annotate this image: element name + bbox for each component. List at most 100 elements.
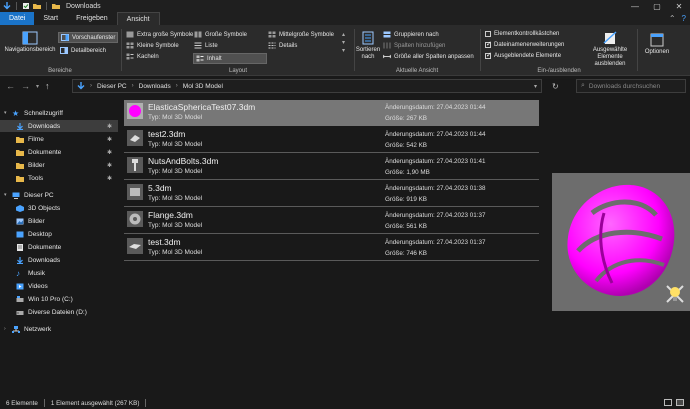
breadcrumb-dieser-pc[interactable]: Dieser PC [97, 83, 127, 90]
file-date: Änderungsdatum: 27.04.2023 01:41 [385, 158, 486, 165]
pin-icon[interactable]: ✱ [107, 162, 112, 169]
pin-icon[interactable]: ✱ [107, 175, 112, 182]
sidebar-item-downloads[interactable]: Downloads [0, 254, 118, 266]
liste-button[interactable]: Liste [194, 42, 218, 49]
documents-icon [17, 243, 23, 251]
gruppieren-nach-button[interactable]: Gruppieren nach [383, 31, 439, 38]
file-row[interactable]: test2.3dm Typ: Mol 3D Model Änderungsdat… [124, 127, 539, 153]
sidebar-item-tools[interactable]: Tools ✱ [0, 172, 118, 184]
dateinamenerweiterungen-box[interactable] [485, 40, 492, 48]
details-button[interactable]: Details [268, 42, 297, 49]
kacheln-button[interactable]: Kacheln [126, 53, 159, 60]
file-type: Typ: Mol 3D Model [148, 195, 203, 202]
tab-freigeben[interactable]: Freigeben [67, 12, 117, 25]
sidebar-item-dieser-pc[interactable]: ▾ Dieser PC [0, 189, 118, 201]
breadcrumb-downloads[interactable]: Downloads [139, 83, 171, 90]
tab-start[interactable]: Start [34, 12, 67, 25]
file-row[interactable]: test.3dm Typ: Mol 3D Model Änderungsdatu… [124, 235, 539, 261]
tab-ansicht[interactable]: Ansicht [116, 12, 160, 25]
back-arrow-icon[interactable]: ← [6, 81, 15, 91]
layout-scroll-arrows[interactable]: ▴ ▾ ▾ [342, 31, 345, 55]
vorschaufenster-button[interactable]: Vorschaufenster [58, 32, 119, 43]
collapse-ribbon-icon[interactable]: ⌃ [669, 14, 676, 23]
mittelgrosse-symbole-button[interactable]: Mittelgroße Symbole [268, 31, 334, 38]
file-row[interactable]: 5.3dm Typ: Mol 3D Model Änderungsdatum: … [124, 181, 539, 207]
dateinamenerweiterungen-checkbox[interactable]: Dateinamenerweiterungen [485, 40, 564, 48]
file-size: Größe: 267 KB [385, 115, 427, 122]
refresh-icon[interactable]: ↻ [552, 82, 559, 91]
tab-datei[interactable]: Datei [0, 12, 35, 25]
groesse-aller-spalten-button[interactable]: Größe aller Spalten anpassen [383, 53, 474, 60]
sidebar-item-downloads-quick[interactable]: Downloads ✱ [0, 120, 118, 132]
sidebar-item-diverse-d[interactable]: Diverse Dateien (D:) [0, 306, 118, 318]
liste-label: Liste [205, 42, 218, 49]
ausgewaehlte-elemente-ausblenden-button[interactable]: Ausgewählte Elemente ausblenden [583, 31, 637, 68]
ausgeblendete-elemente-box[interactable] [485, 51, 492, 59]
sidebar-item-3d-objects[interactable]: 3D Objects [0, 202, 118, 214]
folder-icon [16, 162, 24, 169]
breadcrumb-mol-3d-model[interactable]: Mol 3D Model [183, 83, 223, 90]
details-view-icon[interactable] [664, 399, 672, 406]
pin-icon[interactable]: ✱ [107, 123, 112, 130]
breadcrumb-chevron-icon[interactable]: › [132, 83, 134, 89]
sidebar-item-netzwerk[interactable]: › Netzwerk [0, 323, 118, 335]
address-bar[interactable]: › Dieser PC › Downloads › Mol 3D Model ▾ [72, 79, 542, 93]
pin-icon[interactable]: ✱ [107, 136, 112, 143]
sidebar-item-bilder[interactable]: Bilder [0, 215, 118, 227]
ribbon: Navigationsbereich Vorschaufenster Detai… [0, 25, 690, 76]
minimize-button[interactable]: — [624, 0, 646, 12]
sidebar-item-win10-c[interactable]: Win 10 Pro (C:) [0, 293, 118, 305]
folder-icon [16, 175, 24, 182]
maximize-button[interactable]: ▢ [646, 0, 668, 12]
sidebar-item-filme[interactable]: Filme ✱ [0, 133, 118, 145]
expand-chevron-icon[interactable]: ▾ [4, 192, 7, 198]
sidebar-item-bilder-quick[interactable]: Bilder ✱ [0, 159, 118, 171]
sidebar-item-videos[interactable]: Videos [0, 280, 118, 292]
app-arrow-icon[interactable] [3, 2, 11, 10]
ausgeblendete-elemente-checkbox[interactable]: Ausgeblendete Elemente [485, 51, 561, 59]
elementkontrollkaestchen-box[interactable] [485, 31, 491, 37]
small-icons-icon [126, 42, 134, 49]
medium-icons-icon [268, 31, 276, 38]
sidebar-item-dokumente-quick[interactable]: Dokumente ✱ [0, 146, 118, 158]
optionen-button[interactable]: Optionen [640, 33, 674, 56]
sidebar-item-schnellzugriff[interactable]: ▾ ★ Schnellzugriff [0, 107, 118, 119]
search-input[interactable]: ⌕ Downloads durchsuchen [576, 79, 686, 93]
new-folder-icon[interactable] [33, 2, 41, 10]
sidebar-item-label: Downloads [28, 122, 61, 130]
large-icons-view-icon[interactable] [676, 399, 684, 406]
file-size: Größe: 919 KB [385, 196, 427, 203]
extra-grosse-symbole-button[interactable]: Extra große Symbole [126, 31, 193, 38]
grosse-symbole-button[interactable]: Große Symbole [194, 31, 247, 38]
sidebar-item-desktop[interactable]: Desktop [0, 228, 118, 240]
properties-icon[interactable] [22, 2, 30, 10]
detailbereich-button[interactable]: Detailbereich [60, 47, 106, 54]
pin-icon[interactable]: ✱ [107, 149, 112, 156]
breadcrumb-chevron-icon[interactable]: › [176, 83, 178, 89]
navigationsbereich-button[interactable]: Navigationsbereich [4, 31, 56, 54]
elementkontrollkaestchen-checkbox[interactable]: Elementkontrollkästchen [485, 31, 559, 37]
file-row[interactable]: NutsAndBolts.3dm Typ: Mol 3D Model Änder… [124, 154, 539, 180]
up-arrow-icon[interactable]: ↑ [45, 81, 50, 91]
file-row[interactable]: Flange.3dm Typ: Mol 3D Model Änderungsda… [124, 208, 539, 234]
file-row[interactable]: ElasticaSphericaTest07.3dm Typ: Mol 3D M… [124, 100, 539, 126]
extra-large-icons-icon [126, 31, 134, 38]
flange-thumbnail-icon [129, 213, 141, 225]
inhalt-button[interactable]: Inhalt [193, 53, 267, 64]
address-dropdown-icon[interactable]: ▾ [534, 83, 537, 90]
spalten-hinzufuegen-button[interactable]: Spalten hinzufügen [383, 42, 445, 49]
gruppieren-nach-label: Gruppieren nach [394, 31, 439, 38]
breadcrumb-chevron-icon[interactable]: › [90, 83, 92, 89]
forward-arrow-icon[interactable]: → [21, 81, 30, 91]
expand-chevron-icon[interactable]: › [4, 326, 6, 332]
expand-chevron-icon[interactable]: ▾ [4, 110, 7, 116]
sortieren-nach-button[interactable]: Sortieren nach [355, 31, 381, 61]
recent-chevron-icon[interactable]: ▾ [36, 81, 39, 91]
help-icon[interactable]: ? [682, 14, 686, 23]
sidebar-item-musik[interactable]: ♪ Musik [0, 267, 118, 279]
details-icon [268, 42, 276, 49]
file-thumbnail [127, 238, 143, 254]
close-button[interactable]: ✕ [668, 0, 690, 12]
sidebar-item-dokumente[interactable]: Dokumente [0, 241, 118, 253]
kleine-symbole-button[interactable]: Kleine Symbole [126, 42, 179, 49]
